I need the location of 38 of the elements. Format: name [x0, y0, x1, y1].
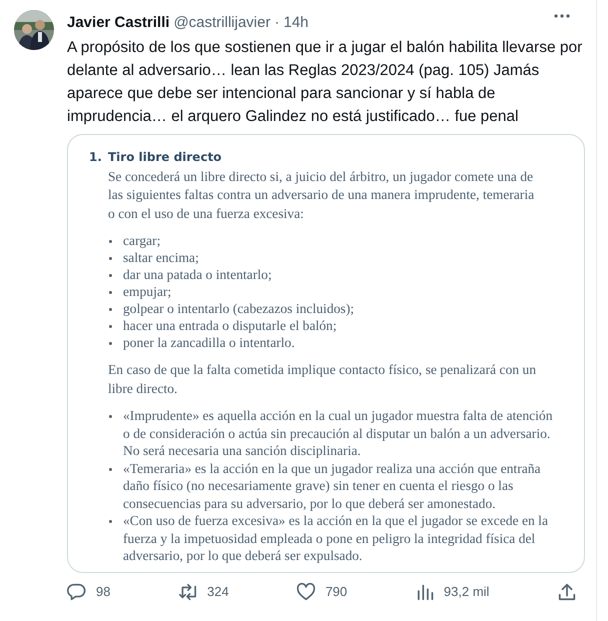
- list-item-text: golpear o intentarlo (cabezazos incluidos);: [123, 300, 354, 317]
- tweet-text: A propósito de los que sostienen que ir a jugar el balón habilita llevarse por delante al adversario… lean las Reglas 2023/2024 (pag. 105) Jamás aparece que debe ser intencional para sancionar y sí habla de imprudencia… el arquero Galindez no está justificado… fue penal: [67, 38, 584, 126]
- list-item-text: hacer una entrada o disputarle el balón;: [123, 317, 337, 334]
- action-count: 324: [207, 582, 229, 601]
- list-item-text: empujar;: [123, 283, 172, 300]
- bullet-icon: [109, 468, 112, 470]
- list-item-text: «Imprudente» es aquella acción en la cual un jugador muestra falta de atención o de consideración o actúa sin precaución al disputar un balón a un adversario. No será necesaria una sanción disciplinaria.: [123, 407, 554, 460]
- reply-icon[interactable]: [67, 582, 87, 602]
- section-heading: 1. Tiro libre directo: [89, 148, 223, 166]
- list-item-text: cargar;: [123, 232, 160, 249]
- bullet-icon: [109, 520, 112, 523]
- bullet-icon: [109, 325, 112, 328]
- author-name[interactable]: Javier Castrilli: [67, 12, 170, 34]
- action-count: 98: [96, 582, 110, 601]
- document-paragraph: En caso de que la falta cometida implique contacto físico, se penalizará con un libre directo.: [108, 361, 538, 398]
- bullet-icon: [109, 291, 112, 294]
- document-image[interactable]: [67, 134, 585, 572]
- action-count: 93,2 mil: [444, 582, 490, 601]
- author-handle[interactable]: @castrillijavier: [174, 12, 270, 34]
- list-item-text: saltar encima;: [123, 249, 199, 266]
- action-count: 790: [325, 582, 348, 601]
- bullet-icon: [109, 308, 112, 311]
- document-paragraph: Se concederá un libre directo si, a juicio del árbitro, un jugador comete una de las siguientes faltas contra un adversario de una manera imprudente, temeraria o con el uso de una fuerza excesiva:: [108, 168, 536, 222]
- list-item-text: dar una patada o intentarlo;: [123, 266, 272, 283]
- list-item-text: «Con uso de fuerza excesiva» es la acción en la que el jugador se excede en la fuerza y la impetuosidad empleada o pone en peligro la integridad física del adversario, por lo que deberá ser expulsado.: [123, 512, 549, 564]
- bullet-icon: [109, 257, 112, 260]
- heart-icon[interactable]: [296, 582, 316, 602]
- timestamp[interactable]: 14h: [283, 12, 309, 34]
- bullet-icon: [109, 415, 112, 418]
- retweet-icon[interactable]: [178, 582, 198, 602]
- list-item-text: «Temeraria» es la acción en la que un jugador realiza una acción que entraña daño físico (no necesariamente grave) sin tener en cuenta el riesgo o las consecuencias para su adversario, por lo que deberá ser amonestado.: [123, 460, 542, 512]
- list-item-text: poner la zancadilla o intentarlo.: [123, 334, 295, 351]
- bullet-icon: [109, 342, 112, 345]
- share-icon[interactable]: [556, 582, 577, 602]
- more-icon[interactable]: [554, 14, 570, 18]
- separator: ·: [274, 13, 280, 33]
- bullet-icon: [109, 240, 112, 243]
- bullet-icon: [109, 274, 112, 277]
